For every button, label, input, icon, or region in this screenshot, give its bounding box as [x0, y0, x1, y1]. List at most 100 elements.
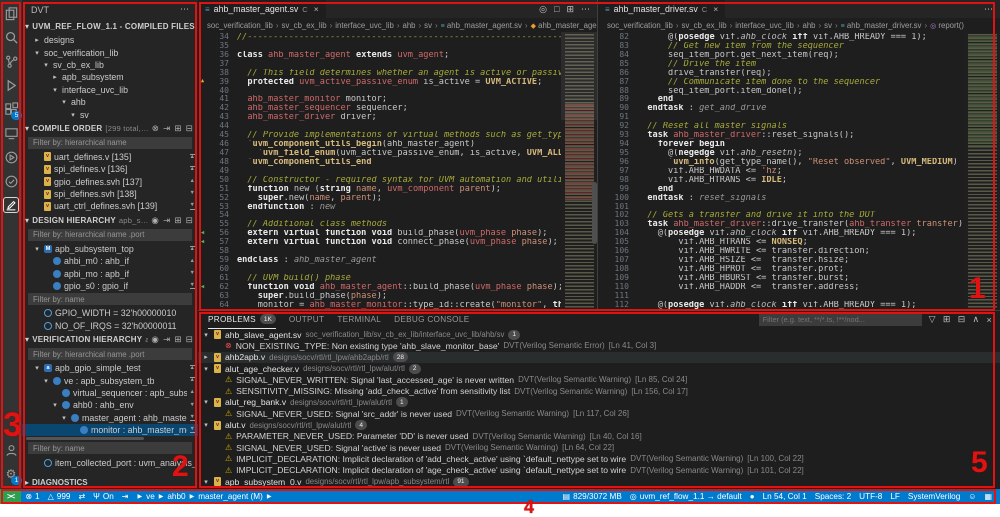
breadcrumb-item[interactable]: ◆ ahb_master_agent [531, 21, 597, 30]
close-icon[interactable]: × [713, 4, 718, 14]
breadcrumb-item[interactable]: ahb [402, 21, 415, 30]
split-icon[interactable]: □ [554, 4, 559, 14]
remote-icon[interactable] [3, 125, 19, 141]
tree-item[interactable]: ▾ ahb [22, 96, 198, 108]
remote-indicator[interactable]: >< [0, 489, 22, 504]
breadcrumb-item[interactable]: ahb [802, 21, 815, 30]
panel-tab-output[interactable]: OUTPUT [289, 311, 324, 328]
problem-item-row[interactable]: ⚠ PARAMETER_NEVER_USED: Parameter 'DD' is… [198, 431, 1000, 442]
copy-icon[interactable]: ⊞ [174, 215, 181, 226]
status-jump[interactable]: ⇥ [118, 489, 133, 504]
diagnostics-header[interactable]: ▸ DIAGNOSTICS [22, 475, 198, 489]
tree-item[interactable]: v uart_ctrl_defines.svh [139] ▼ [22, 200, 198, 212]
more-icon[interactable]: ⋯ [984, 4, 993, 15]
tab-ahb-master-driver[interactable]: ≡ ahb_master_driver.sv C × [598, 0, 726, 18]
clear-icon[interactable]: ⊗ [152, 123, 159, 134]
duplicate-icon[interactable]: ⊟ [186, 215, 193, 226]
chevron-down-icon[interactable]: ▾ [202, 365, 210, 373]
design-hierarchy-filter-input[interactable]: Filter by: hierarchical name .port [28, 228, 192, 241]
tree-item[interactable]: NO_OF_IRQS = 32'h00000011 [22, 320, 198, 332]
chevron-right-icon[interactable]: ▸ [202, 353, 210, 361]
copy-icon[interactable]: ⊞ [174, 334, 181, 345]
tree-item[interactable]: apbi_mo : apb_if ▼ [22, 267, 198, 279]
design-name-filter-input[interactable]: Filter by: name [28, 293, 192, 306]
reorder-arrow-icon[interactable]: ▼ [189, 203, 195, 210]
chevron-right-icon[interactable]: ▸ [33, 36, 41, 44]
tree-item[interactable]: ▾ master_agent : ahb_master_agent▼ [22, 412, 198, 424]
problem-file-row[interactable]: ▾ v ahb_slave_agent.sv soc_verification_lib… [198, 329, 1000, 340]
tab-ahb-master-agent[interactable]: ≡ ahb_master_agent.sv C × [198, 0, 326, 18]
tree-item[interactable]: ▾ interface_uvc_lib [22, 84, 198, 96]
runview-icon[interactable] [3, 149, 19, 165]
breadcrumb-item[interactable]: ◎ report() [930, 21, 964, 30]
minimap-slider[interactable] [561, 32, 597, 120]
chevron-down-icon[interactable]: ▾ [202, 331, 210, 339]
problem-item-row[interactable]: ⚠ IMPLICIT_DECLARATION: Implicit declarat… [198, 465, 1000, 476]
status-utf-8[interactable]: UTF-8 [855, 489, 886, 504]
status-warning[interactable]: △ 999 [44, 489, 75, 504]
problem-item-row[interactable]: ⊗ NON_EXISTING_TYPE: Non existing type 'a… [198, 340, 1000, 351]
layout-icon[interactable]: ⊞ [566, 4, 574, 15]
more-icon[interactable]: ⋯ [581, 4, 590, 15]
breadcrumb-item[interactable]: soc_verification_lib [207, 21, 273, 30]
verification-hierarchy-filter-input[interactable]: Filter by: hierarchical name .port [28, 348, 192, 361]
target-icon[interactable]: ◎ [539, 4, 547, 15]
scm-icon[interactable] [3, 53, 19, 69]
problem-file-row[interactable]: ▾ v alut_age_checker.v designs/socv/rtl/rtl… [198, 363, 1000, 374]
breadcrumb-left[interactable]: soc_verification_lib › sv_cb_ex_lib › interf… [198, 18, 597, 32]
problem-file-row[interactable]: ▸ v ahb2apb.v designs/socv/rtl/rtl_lpw/ahb2… [198, 351, 1000, 363]
status-layout_r[interactable]: ▦ [980, 489, 996, 504]
reorder-arrow-icon[interactable]: ▼ [189, 282, 195, 290]
reorder-arrow-icon[interactable]: ▲ [190, 258, 195, 265]
persons-icon[interactable]: ◉ [151, 215, 159, 226]
close-icon[interactable]: × [314, 4, 319, 14]
chevron-down-icon[interactable]: ▾ [33, 245, 41, 253]
duplicate-icon[interactable]: ⊟ [186, 334, 193, 345]
copy-icon[interactable]: ⊞ [174, 123, 181, 134]
breadcrumb-item[interactable]: sv [824, 21, 832, 30]
status-antenna[interactable]: Ψ On [89, 489, 118, 504]
reorder-arrow-icon[interactable]: ▼ [189, 414, 195, 422]
reorder-arrow-icon[interactable]: ▼ [190, 270, 195, 277]
status-dot[interactable]: ● [746, 489, 759, 504]
tree-item[interactable]: monitor : ahb_master_monitor▼ [22, 423, 198, 437]
status-sync[interactable]: ⇄ [74, 489, 89, 504]
problems-filter-input[interactable] [758, 313, 922, 326]
tree-item[interactable]: ahbi_m0 : ahb_if ▲ [22, 255, 198, 267]
problem-item-row[interactable]: ⚠ SENSITIVITY_MISSING: Missing 'add_check… [198, 385, 1000, 396]
tree-item[interactable]: v uart_defines.v [135] ▲ [22, 151, 198, 163]
duplicate-icon[interactable]: ⊟ [186, 123, 193, 134]
vertical-scrollbar[interactable] [592, 182, 597, 244]
tree-item[interactable]: v spi_defines.v [136] ▲ [22, 163, 198, 175]
chevron-down-icon[interactable]: ▾ [202, 478, 210, 486]
panel-tab-problems[interactable]: PROBLEMS 1K [208, 311, 276, 329]
status-spaces-2[interactable]: Spaces: 2 [811, 489, 855, 504]
tree-item[interactable]: ▸ designs [22, 34, 198, 46]
reorder-arrow-icon[interactable]: ▼ [190, 191, 195, 197]
breadcrumb-right[interactable]: soc_verification_lib › sv_cb_ex_lib › interf… [598, 18, 1000, 32]
problem-file-row[interactable]: ▾ v alut_reg_bank.v designs/socv/rtl/rtl_lp… [198, 397, 1000, 408]
panel-tab-debug-console[interactable]: DEBUG CONSOLE [394, 311, 469, 328]
debug-icon[interactable] [3, 77, 19, 93]
code-lines-left[interactable]: 34//------------------------------------… [198, 32, 561, 310]
status-gauge[interactable]: ▤ 829/3072 MB [559, 489, 626, 504]
horizontal-scrollbar[interactable] [26, 437, 144, 441]
breadcrumb-item[interactable]: sv [424, 21, 432, 30]
compile-order-filter-input[interactable]: Filter by: hierarchical name [28, 136, 192, 149]
status-hierarchy-breadcrumb[interactable]: ▶ ve ▶ ahb0 ▶ master_agent (M) ▶ [132, 489, 276, 504]
breadcrumb-item[interactable]: sv_cb_ex_lib [282, 21, 327, 30]
problem-item-row[interactable]: ⚠ SIGNAL_NEVER_USED: Signal 'src_addr' is… [198, 408, 1000, 419]
reorder-arrow-icon[interactable]: ▼ [189, 426, 195, 434]
breadcrumb-item[interactable]: ≡ ahb_master_agent.sv [441, 21, 522, 30]
maximize-panel-icon[interactable]: ∧ [973, 314, 980, 325]
reorder-arrow-icon[interactable]: ▲ [190, 390, 195, 396]
minimap-left[interactable] [561, 32, 597, 310]
tree-item[interactable]: ▸ apb_subsystem [22, 71, 198, 83]
tree-item[interactable]: v spi_defines.svh [138] ▼ [22, 188, 198, 200]
breadcrumb-item[interactable]: interface_uvc_lib [735, 21, 794, 30]
gear-icon[interactable]: ⚙ 1 [3, 466, 22, 485]
reorder-arrow-icon[interactable]: ▲ [189, 166, 195, 173]
account-icon[interactable] [3, 442, 19, 458]
verification-name-filter-input[interactable]: Filter by: name [28, 442, 192, 455]
tree-item[interactable]: ▾ a apb_gpio_simple_test ▲ [22, 362, 198, 374]
